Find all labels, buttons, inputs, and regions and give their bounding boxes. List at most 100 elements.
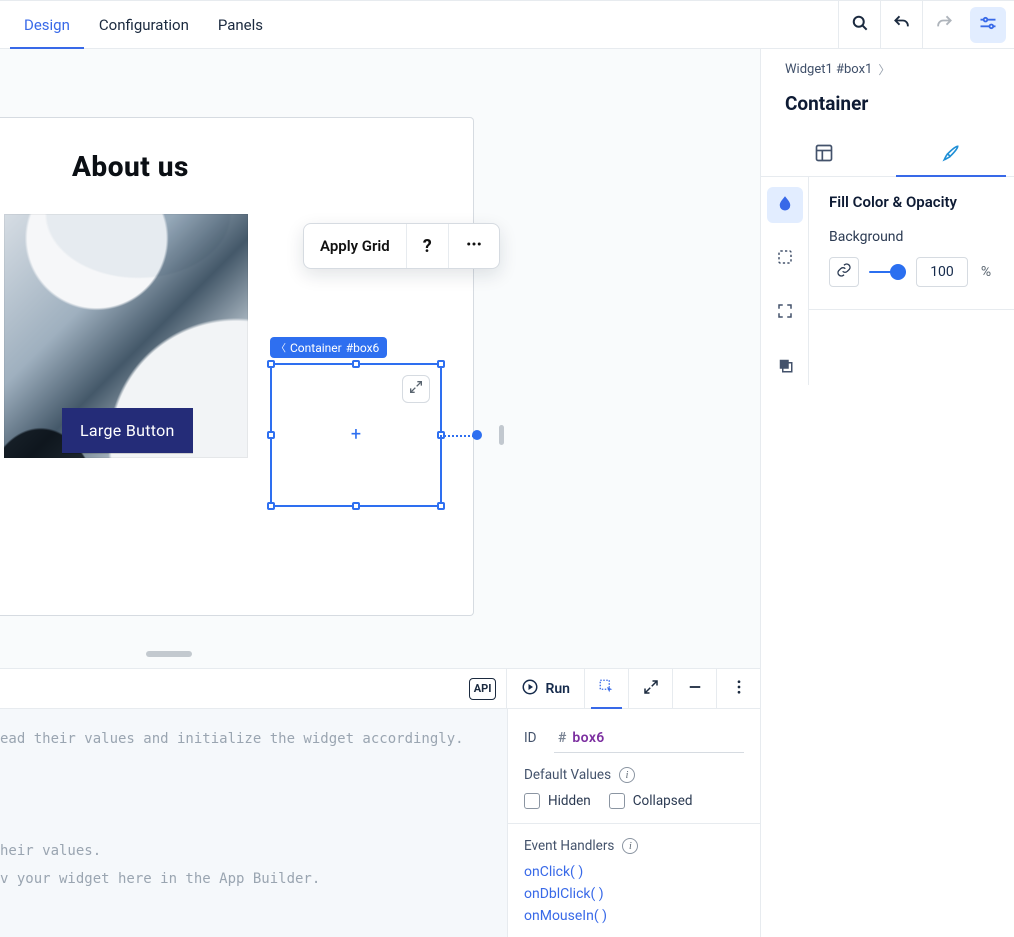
top-actions [838, 1, 1014, 48]
minus-icon [686, 678, 704, 700]
rail-border-button[interactable] [767, 241, 803, 277]
resize-handle-tr[interactable] [437, 360, 445, 368]
run-button[interactable]: Run [506, 669, 584, 708]
link-color-button[interactable] [829, 257, 859, 287]
redo-icon [934, 13, 954, 37]
shadow-icon [776, 356, 794, 378]
resize-handle-l[interactable] [267, 431, 275, 439]
collapsed-checkbox[interactable]: Collapsed [609, 793, 693, 809]
search-button[interactable] [838, 1, 880, 48]
resize-handle-b[interactable] [352, 502, 360, 510]
collapsed-label: Collapsed [633, 793, 693, 809]
properties-panel: ID # box6 Default Values i Hidden Collap… [508, 709, 760, 937]
page-title: About us [72, 150, 189, 183]
code-line: v your widget here in the App Builder. [0, 871, 320, 887]
snap-anchor[interactable] [472, 430, 482, 440]
breadcrumb-text: Widget1 #box1 [785, 62, 872, 77]
expand-button[interactable] [402, 375, 430, 403]
help-icon: ? [423, 236, 432, 257]
code-editor[interactable]: ead their values and initialize the widg… [0, 709, 508, 937]
inspector-tab-style[interactable] [888, 133, 1014, 176]
rail-fill-button[interactable] [767, 187, 803, 223]
snap-guide [440, 435, 474, 437]
tab-configuration-label: Configuration [99, 16, 189, 34]
panel-more-button[interactable] [716, 669, 760, 708]
code-line: heir values. [0, 843, 101, 859]
handler-label: onMouseIn( ) [524, 908, 607, 924]
fill-section-title: Fill Color & Opacity [829, 193, 994, 211]
inspector-tabs [761, 133, 1014, 177]
add-icon[interactable]: + [351, 426, 361, 444]
resize-handle-bl[interactable] [267, 502, 275, 510]
breadcrumb[interactable]: Widget1 #box1 〉 [761, 49, 1014, 78]
panel-resize-handle[interactable] [146, 651, 192, 657]
dashed-square-icon [776, 248, 794, 270]
artboard[interactable]: About us Large Button 〈 Container #box6 … [0, 117, 474, 616]
more-icon [465, 235, 483, 257]
handler-onclick[interactable]: onClick( ) [524, 864, 744, 880]
design-canvas[interactable]: About us Large Button 〈 Container #box6 … [0, 49, 760, 668]
handler-onmousein[interactable]: onMouseIn( ) [524, 908, 744, 924]
slider-thumb[interactable] [890, 264, 906, 280]
hidden-checkbox[interactable]: Hidden [524, 793, 591, 809]
inspector-title: Container [761, 78, 1014, 133]
selected-container[interactable]: 〈 Container #box6 + [270, 363, 442, 507]
run-label: Run [545, 681, 570, 697]
corners-icon [776, 302, 794, 324]
resize-handle-t[interactable] [352, 360, 360, 368]
opacity-input[interactable]: 100 [916, 257, 968, 287]
apply-grid-label: Apply Grid [320, 237, 390, 255]
inspector-tab-layout[interactable] [761, 133, 888, 176]
resize-handle-br[interactable] [437, 502, 445, 510]
event-handlers-label: Event Handlers [524, 838, 614, 854]
select-mode-button[interactable] [584, 669, 628, 708]
inspector-panel: Widget1 #box1 〉 Container [760, 49, 1014, 937]
play-icon [521, 678, 539, 700]
selection-badge[interactable]: 〈 Container #box6 [270, 337, 387, 358]
search-icon [850, 13, 870, 37]
droplet-icon [776, 194, 794, 216]
handler-label: onDblClick( ) [524, 886, 604, 902]
background-label: Background [829, 229, 994, 245]
id-label: ID [524, 730, 544, 746]
default-values-label: Default Values [524, 767, 611, 783]
id-input[interactable]: # box6 [554, 723, 744, 753]
apply-grid-button[interactable]: Apply Grid [304, 224, 406, 268]
minimize-panel-button[interactable] [672, 669, 716, 708]
tab-configuration[interactable]: Configuration [85, 1, 204, 48]
api-label: API [474, 682, 492, 695]
resize-handle-tl[interactable] [267, 360, 275, 368]
api-button[interactable]: API [469, 678, 497, 700]
info-icon[interactable]: i [619, 767, 635, 783]
props-divider [508, 823, 760, 824]
event-handlers-list: onClick( ) onDblClick( ) onMouseIn( ) [524, 864, 744, 924]
selection-badge-id: #box6 [346, 341, 380, 355]
more-vertical-icon [730, 678, 748, 700]
more-actions-button[interactable] [449, 224, 499, 268]
layout-icon [814, 143, 834, 167]
link-icon [836, 262, 852, 282]
tab-panels[interactable]: Panels [204, 1, 278, 48]
undo-button[interactable] [880, 1, 922, 48]
handler-ondblclick[interactable]: onDblClick( ) [524, 886, 744, 902]
brush-icon [941, 143, 961, 167]
toggle-settings-button[interactable] [970, 7, 1006, 43]
checkbox-box [524, 793, 540, 809]
tab-panels-label: Panels [218, 16, 263, 34]
chevron-left-icon: 〈 [276, 340, 286, 355]
tab-design-label: Design [24, 16, 70, 34]
rail-shadow-button[interactable] [767, 349, 803, 385]
selection-box[interactable]: + [270, 363, 442, 507]
expand-icon [642, 678, 660, 700]
expand-panel-button[interactable] [628, 669, 672, 708]
bottom-panel: API Run ead their values and initialize … [0, 668, 760, 937]
redo-button[interactable] [922, 1, 964, 48]
id-value: box6 [572, 730, 604, 746]
undo-icon [892, 13, 912, 37]
large-button[interactable]: Large Button [62, 408, 193, 453]
help-button[interactable]: ? [407, 224, 448, 268]
tab-design[interactable]: Design [10, 1, 85, 48]
info-icon[interactable]: i [622, 838, 638, 854]
opacity-slider[interactable] [869, 257, 906, 287]
rail-corners-button[interactable] [767, 295, 803, 331]
